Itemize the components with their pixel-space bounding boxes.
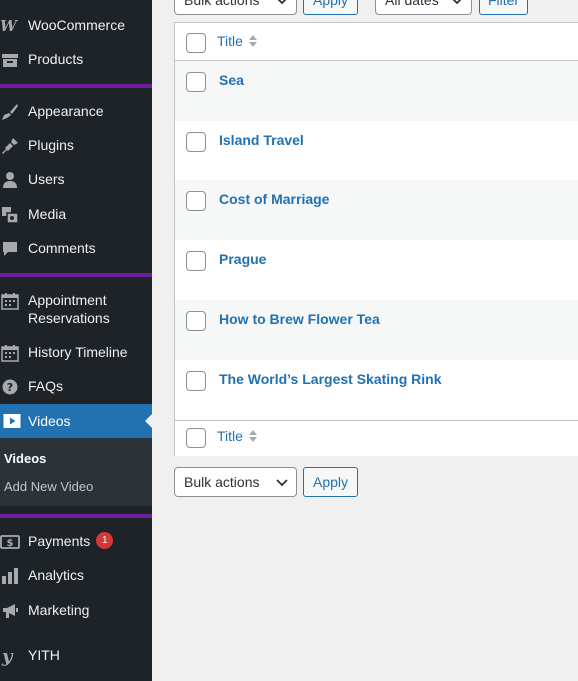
menu-separator (0, 273, 152, 277)
menu-woocommerce[interactable]: W WooCommerce (0, 16, 152, 36)
table-row: Island Travel (175, 121, 578, 181)
table-row: The World’s Largest Skating Rink (175, 360, 578, 420)
chart-bar-icon (0, 566, 20, 586)
menu-label: FAQs (28, 378, 64, 394)
menu-media[interactable]: Media (0, 205, 152, 225)
select-value: All dates (385, 0, 439, 8)
megaphone-icon (0, 601, 20, 621)
paintbrush-icon (0, 102, 20, 122)
select-all-checkbox[interactable] (186, 33, 206, 53)
menu-label: Appearance (28, 103, 104, 119)
post-title-link[interactable]: Island Travel (219, 132, 304, 148)
post-title-link[interactable]: Cost of Marriage (219, 191, 329, 207)
menu-label: Plugins (28, 137, 74, 153)
menu-separator (0, 514, 152, 518)
plugin-icon (0, 136, 20, 156)
woocommerce-icon: W (0, 16, 20, 36)
archive-icon (0, 50, 20, 70)
chevron-down-icon (452, 0, 462, 5)
table-row: How to Brew Flower Tea (175, 300, 578, 360)
column-label: Title (217, 428, 243, 444)
row-checkbox[interactable] (186, 72, 206, 92)
row-checkbox[interactable] (186, 371, 206, 391)
menu-history-timeline[interactable]: History Timeline (0, 343, 152, 363)
menu-label: History Timeline (28, 344, 128, 360)
table-footer: Title (175, 420, 578, 456)
post-title-link[interactable]: How to Brew Flower Tea (219, 311, 380, 327)
title-column-header[interactable]: Title (217, 33, 258, 49)
row-checkbox[interactable] (186, 191, 206, 211)
menu-label: WooCommerce (28, 17, 125, 33)
menu-label: YITH (28, 647, 60, 663)
menu-appearance[interactable]: Appearance (0, 102, 152, 122)
select-value: Bulk actions (184, 0, 260, 8)
menu-label: Marketing (28, 602, 90, 618)
svg-text:W: W (0, 18, 19, 34)
table-row: Sea (175, 61, 578, 121)
menu-separator (0, 84, 152, 88)
comment-icon (0, 239, 20, 259)
bulk-actions-select-top[interactable]: Bulk actions (174, 0, 297, 15)
menu-marketing[interactable]: Marketing (0, 601, 152, 621)
submenu-videos[interactable]: Videos (4, 451, 46, 466)
media-icon (0, 205, 20, 225)
calendar-icon (0, 291, 20, 311)
row-checkbox[interactable] (186, 132, 206, 152)
help-icon: ? (0, 377, 20, 397)
apply-button-bottom[interactable]: Apply (303, 467, 358, 497)
payment-icon: $ (0, 532, 20, 552)
svg-text:$: $ (7, 538, 14, 549)
videos-submenu: Videos Add New Video (0, 438, 152, 506)
menu-comments[interactable]: Comments (0, 239, 152, 259)
menu-label: Analytics (28, 567, 85, 583)
menu-label: Products (28, 51, 84, 67)
select-all-checkbox-footer[interactable] (186, 428, 206, 448)
video-icon (2, 411, 22, 431)
notification-badge: 1 (96, 532, 114, 549)
table-row: Prague (175, 240, 578, 300)
sort-icon (248, 430, 257, 442)
yith-icon: y (0, 646, 20, 666)
select-value: Bulk actions (184, 474, 260, 490)
menu-videos[interactable]: Videos (0, 404, 153, 438)
submenu-add-new-video[interactable]: Add New Video (4, 479, 93, 494)
active-indicator (145, 413, 153, 429)
calendar-icon (0, 343, 20, 363)
menu-label: Users (28, 171, 65, 187)
svg-text:?: ? (7, 381, 13, 394)
table-header: Title (175, 23, 578, 61)
menu-label: Comments (28, 240, 96, 256)
post-title-link[interactable]: Sea (219, 72, 244, 88)
sort-icon (248, 35, 257, 47)
admin-sidebar: W WooCommerce Products Appearance Plugin… (0, 0, 153, 681)
bulk-actions-select-bottom[interactable]: Bulk actions (174, 467, 297, 497)
table-row: Cost of Marriage (175, 180, 578, 240)
apply-button-top[interactable]: Apply (303, 0, 358, 15)
menu-plugins[interactable]: Plugins (0, 136, 152, 156)
menu-yith[interactable]: y YITH (0, 646, 152, 666)
post-title-link[interactable]: The World’s Largest Skating Rink (219, 371, 441, 387)
post-title-link[interactable]: Prague (219, 251, 266, 267)
dates-filter-select[interactable]: All dates (375, 0, 472, 15)
chevron-down-icon (276, 479, 288, 487)
menu-label: Appointment Reservations (28, 292, 110, 326)
menu-users[interactable]: Users (0, 170, 152, 190)
user-icon (0, 170, 20, 190)
menu-label: Payments 1 (28, 532, 114, 550)
row-checkbox[interactable] (186, 311, 206, 331)
menu-label: Videos (28, 413, 71, 429)
menu-appointment-reservations[interactable]: Appointment Reservations (0, 291, 152, 327)
menu-payments[interactable]: $ Payments 1 (0, 532, 152, 552)
menu-analytics[interactable]: Analytics (0, 566, 152, 586)
videos-list-table: Title Sea Island Travel Cost of Marriage… (174, 22, 578, 456)
menu-faqs[interactable]: ? FAQs (0, 377, 152, 397)
chevron-down-icon (277, 0, 287, 5)
column-label: Title (217, 33, 243, 49)
row-checkbox[interactable] (186, 251, 206, 271)
title-column-footer[interactable]: Title (217, 428, 258, 444)
filter-button[interactable]: Filter (479, 0, 528, 15)
menu-products[interactable]: Products (0, 50, 152, 70)
menu-label: Media (28, 206, 67, 222)
svg-text:y: y (1, 646, 14, 666)
